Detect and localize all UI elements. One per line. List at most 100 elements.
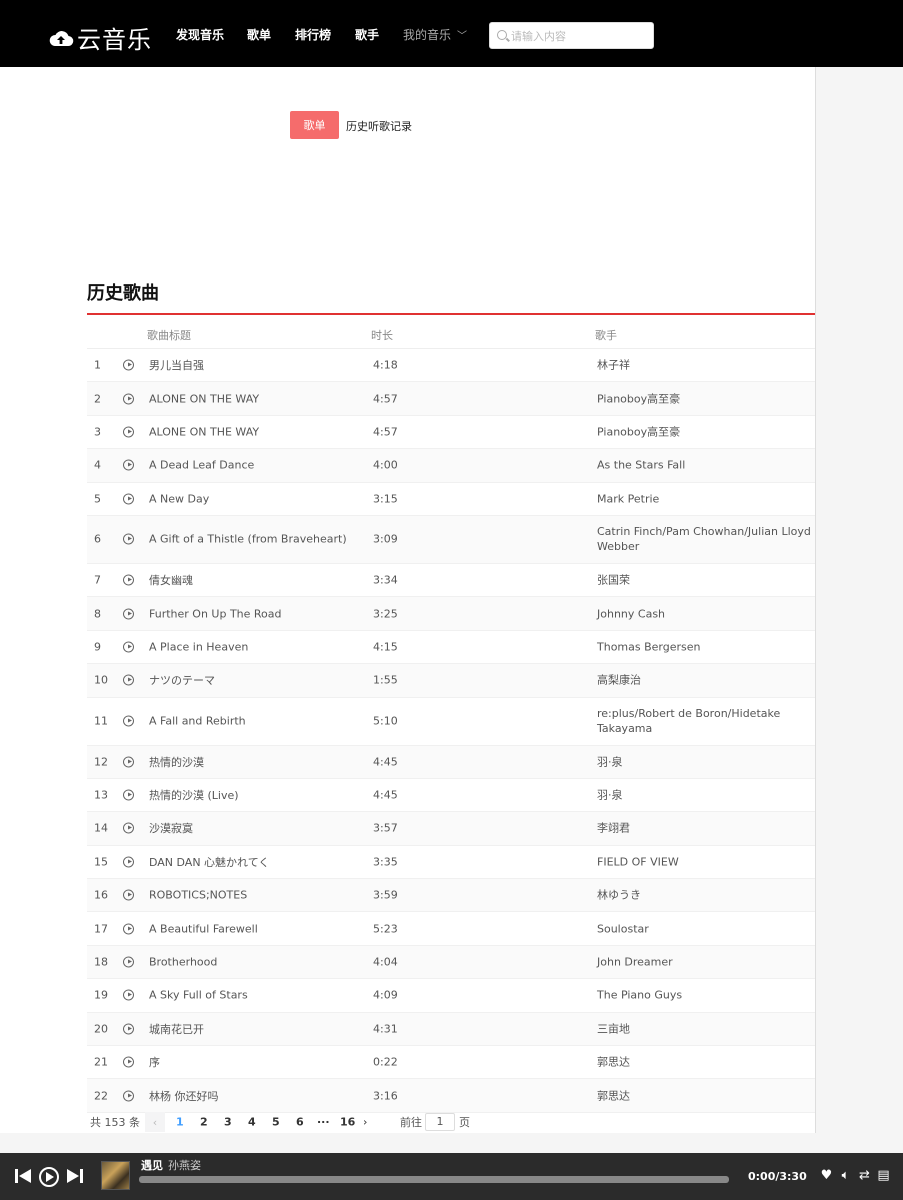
play-circle-icon[interactable] — [123, 956, 134, 968]
nav-charts[interactable]: 排行榜 — [295, 26, 331, 43]
volume-icon[interactable]: 🔈︎ — [839, 1168, 852, 1183]
album-cover[interactable] — [101, 1161, 130, 1190]
table-row[interactable]: 22 林杨 你还好吗 3:16 郭思达 — [87, 1079, 815, 1113]
table-row[interactable]: 6 A Gift of a Thistle (from Braveheart) 3:… — [87, 515, 815, 564]
nav-my-music[interactable]: 我的音乐 ﹀ — [403, 26, 467, 43]
song-artist[interactable]: 郭思达 — [597, 1088, 812, 1103]
playlist-icon[interactable]: ▤ — [877, 1168, 890, 1183]
song-artist[interactable]: Pianoboy高至豪 — [597, 424, 812, 439]
play-circle-icon[interactable] — [123, 923, 134, 935]
table-row[interactable]: 21 序 0:22 郭思达 — [87, 1046, 815, 1080]
tab-playlist[interactable]: 歌单 — [290, 111, 339, 139]
song-artist[interactable]: Soulostar — [597, 921, 812, 936]
song-artist[interactable]: Mark Petrie — [597, 491, 812, 506]
table-row[interactable]: 11 A Fall and Rebirth 5:10 re:plus/Robert d… — [87, 698, 815, 746]
pagination-page[interactable]: 16 — [340, 1116, 355, 1129]
song-artist[interactable]: Pianoboy高至豪 — [597, 391, 812, 406]
tab-history[interactable]: 历史听歌记录 — [346, 118, 412, 134]
play-circle-icon[interactable] — [123, 756, 134, 768]
play-icon[interactable] — [39, 1167, 59, 1187]
pagination-page[interactable]: 3 — [224, 1116, 232, 1129]
song-artist[interactable]: The Piano Guys — [597, 988, 812, 1003]
song-artist[interactable]: As the Stars Fall — [597, 458, 812, 473]
play-circle-icon[interactable] — [123, 426, 134, 438]
table-row[interactable]: 8 Further On Up The Road 3:25 Johnny Cash — [87, 597, 815, 631]
song-artist[interactable]: re:plus/Robert de Boron/Hidetake Takayam… — [597, 706, 812, 736]
table-row[interactable]: 16 ROBOTICS;NOTES 3:59 林ゆうき — [87, 879, 815, 913]
nav-discover-music[interactable]: 发现音乐 — [176, 26, 224, 43]
song-artist[interactable]: 羽·泉 — [597, 754, 812, 769]
table-row[interactable]: 20 城南花已开 4:31 三亩地 — [87, 1012, 815, 1047]
table-row[interactable]: 4 A Dead Leaf Dance 4:00 As the Stars Fall — [87, 449, 815, 483]
table-row[interactable]: 15 DAN DAN 心魅かれてく 3:35 FIELD OF VIEW — [87, 846, 815, 880]
table-row[interactable]: 1 男儿当自强 4:18 林子祥 — [87, 349, 815, 383]
table-row[interactable]: 14 沙漠寂寞 3:57 李翊君 — [87, 812, 815, 846]
play-circle-icon[interactable] — [123, 608, 134, 620]
table-row[interactable]: 10 ナツのテーマ 1:55 高梨康治 — [87, 664, 815, 698]
song-index: 18 — [94, 955, 108, 969]
play-circle-icon[interactable] — [123, 1090, 134, 1102]
play-circle-icon[interactable] — [123, 393, 134, 405]
table-row[interactable]: 7 倩女幽魂 3:34 张国荣 — [87, 564, 815, 598]
play-circle-icon[interactable] — [123, 574, 134, 586]
song-title: 城南花已开 — [149, 1022, 204, 1036]
play-circle-icon[interactable] — [123, 715, 134, 727]
pagination-total: 共 153 条 — [90, 1116, 140, 1129]
pagination-ellipsis[interactable]: ··· — [317, 1116, 330, 1129]
nav-singers[interactable]: 歌手 — [355, 26, 379, 43]
play-circle-icon[interactable] — [123, 989, 134, 1001]
pagination-page[interactable]: 5 — [272, 1116, 280, 1129]
play-circle-icon[interactable] — [123, 359, 134, 371]
nav-playlists[interactable]: 歌单 — [247, 26, 271, 43]
table-row[interactable]: 5 A New Day 3:15 Mark Petrie — [87, 483, 815, 516]
logo[interactable]: 云音乐 — [48, 20, 152, 55]
song-artist[interactable]: 羽·泉 — [597, 788, 812, 803]
song-artist[interactable]: 李翊君 — [597, 821, 812, 836]
next-icon[interactable] — [66, 1168, 84, 1184]
nav-my-music-label: 我的音乐 — [403, 28, 452, 42]
play-circle-icon[interactable] — [123, 822, 134, 834]
play-circle-icon[interactable] — [123, 533, 134, 545]
song-artist[interactable]: 林子祥 — [597, 358, 812, 373]
song-artist[interactable]: Catrin Finch/Pam Chowhan/Julian Lloyd We… — [597, 524, 812, 554]
table-row[interactable]: 12 热情的沙漠 4:45 羽·泉 — [87, 745, 815, 779]
play-circle-icon[interactable] — [123, 674, 134, 686]
play-circle-icon[interactable] — [123, 1056, 134, 1068]
table-row[interactable]: 19 A Sky Full of Stars 4:09 The Piano Guys — [87, 979, 815, 1013]
search-input[interactable] — [511, 28, 646, 44]
song-artist[interactable]: 郭思达 — [597, 1055, 812, 1070]
play-circle-icon[interactable] — [123, 1023, 134, 1035]
pagination-next-button[interactable]: › — [363, 1116, 367, 1129]
table-row[interactable]: 13 热情的沙漠 (Live) 4:45 羽·泉 — [87, 779, 815, 813]
play-circle-icon[interactable] — [123, 459, 134, 471]
table-row[interactable]: 3 ALONE ON THE WAY 4:57 Pianoboy高至豪 — [87, 416, 815, 450]
heart-icon[interactable]: ♥ — [820, 1168, 833, 1183]
progress-bar[interactable] — [139, 1176, 729, 1183]
loop-icon[interactable]: ⇄ — [858, 1168, 871, 1183]
song-artist[interactable]: 林ゆうき — [597, 888, 812, 903]
play-circle-icon[interactable] — [123, 789, 134, 801]
play-circle-icon[interactable] — [123, 889, 134, 901]
pagination-page[interactable]: 6 — [296, 1116, 304, 1129]
play-circle-icon[interactable] — [123, 856, 134, 868]
table-row[interactable]: 9 A Place in Heaven 4:15 Thomas Bergersen — [87, 631, 815, 665]
pagination-page[interactable]: 4 — [248, 1116, 256, 1129]
song-artist[interactable]: 三亩地 — [597, 1021, 812, 1036]
pagination-goto-input[interactable]: 1 — [425, 1113, 455, 1131]
table-row[interactable]: 2 ALONE ON THE WAY 4:57 Pianoboy高至豪 — [87, 382, 815, 416]
play-circle-icon[interactable] — [123, 641, 134, 653]
pagination-prev-button[interactable]: ‹ — [145, 1112, 165, 1132]
pagination-page[interactable]: 1 — [176, 1116, 184, 1129]
song-artist[interactable]: 张国荣 — [597, 573, 812, 588]
song-artist[interactable]: John Dreamer — [597, 955, 812, 970]
play-circle-icon[interactable] — [123, 493, 134, 505]
search-box[interactable] — [489, 22, 654, 49]
prev-icon[interactable] — [14, 1168, 32, 1184]
pagination-page[interactable]: 2 — [200, 1116, 208, 1129]
song-artist[interactable]: FIELD OF VIEW — [597, 854, 812, 869]
table-row[interactable]: 18 Brotherhood 4:04 John Dreamer — [87, 945, 815, 980]
table-row[interactable]: 17 A Beautiful Farewell 5:23 Soulostar — [87, 912, 815, 946]
song-artist[interactable]: Thomas Bergersen — [597, 639, 812, 654]
song-artist[interactable]: 高梨康治 — [597, 673, 812, 688]
song-artist[interactable]: Johnny Cash — [597, 606, 812, 621]
